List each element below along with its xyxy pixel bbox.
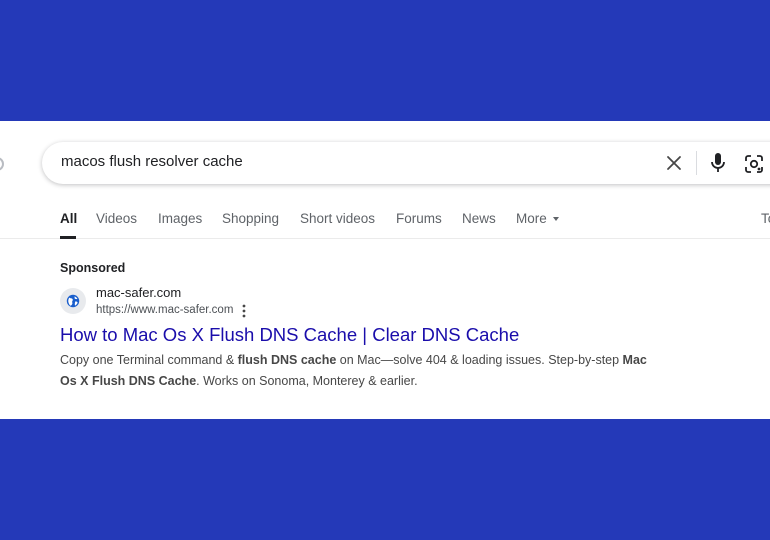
- ad-description: Copy one Terminal command & flush DNS ca…: [60, 350, 660, 392]
- search-input[interactable]: macos flush resolver cache: [61, 153, 243, 170]
- search-box-separator: [696, 151, 697, 175]
- search-results-panel: macos flush resolver cache All Videos Im…: [0, 121, 770, 419]
- clear-icon[interactable]: [666, 155, 682, 171]
- tab-more[interactable]: More: [516, 211, 559, 226]
- lens-icon[interactable]: [744, 154, 764, 174]
- partial-logo-edge: [0, 157, 4, 171]
- tab-shopping[interactable]: Shopping: [222, 211, 279, 226]
- caret-down-icon: [552, 217, 559, 221]
- tab-forums[interactable]: Forums: [396, 211, 442, 226]
- tab-images[interactable]: Images: [158, 211, 202, 226]
- globe-icon: [66, 294, 80, 308]
- tab-tools[interactable]: To: [761, 211, 770, 226]
- tab-all[interactable]: All: [60, 211, 77, 226]
- ad-desc-part: on Mac—solve 404 & loading issues. Step-…: [336, 353, 623, 367]
- microphone-icon[interactable]: [709, 152, 727, 174]
- tab-short-videos[interactable]: Short videos: [300, 211, 375, 226]
- ad-title-link[interactable]: How to Mac Os X Flush DNS Cache | Clear …: [60, 324, 519, 346]
- tab-more-label: More: [516, 211, 547, 226]
- search-box[interactable]: macos flush resolver cache: [42, 142, 770, 184]
- tab-videos[interactable]: Videos: [96, 211, 137, 226]
- tab-news[interactable]: News: [462, 211, 496, 226]
- active-tab-indicator: [60, 236, 76, 239]
- ad-desc-part: Copy one Terminal command &: [60, 353, 238, 367]
- ad-site-name[interactable]: mac-safer.com: [96, 285, 181, 300]
- site-favicon[interactable]: [60, 288, 86, 314]
- search-tabs: All Videos Images Shopping Short videos …: [0, 210, 770, 239]
- ad-desc-part: . Works on Sonoma, Monterey & earlier.: [196, 374, 418, 388]
- sponsored-label: Sponsored: [60, 261, 126, 275]
- ad-desc-keyword: flush DNS cache: [237, 353, 337, 367]
- ad-site-url[interactable]: https://www.mac-safer.com: [96, 304, 233, 316]
- more-options-icon[interactable]: [241, 304, 247, 318]
